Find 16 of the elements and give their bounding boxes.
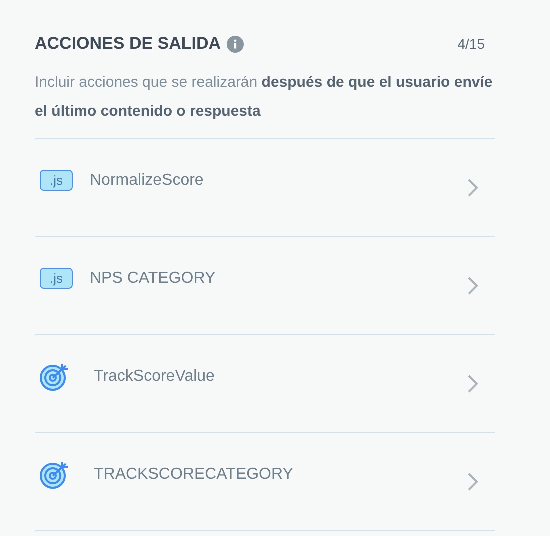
- action-item[interactable]: TrackScoreValue: [35, 335, 495, 433]
- chevron-right-icon: [467, 178, 479, 198]
- action-item[interactable]: .js NPS CATEGORY: [35, 237, 495, 335]
- action-item[interactable]: TRACKSCORECATEGORY: [35, 433, 495, 531]
- target-icon: [40, 460, 70, 490]
- chevron-right-icon: [467, 276, 479, 296]
- target-icon: [40, 362, 70, 392]
- js-badge: .js: [40, 268, 73, 289]
- js-badge: .js: [40, 170, 73, 191]
- info-icon[interactable]: [227, 36, 244, 52]
- action-item[interactable]: .js NormalizeScore: [35, 139, 495, 237]
- chevron-right-icon: [467, 374, 479, 394]
- section-description: Incluir acciones que se realizarán después de que el usuario envíe el último contenido o respuesta: [35, 73, 494, 122]
- section-title: ACCIONES DE SALIDA: [35, 34, 222, 54]
- chevron-right-icon: [467, 472, 479, 492]
- action-count: 4/15: [458, 36, 485, 52]
